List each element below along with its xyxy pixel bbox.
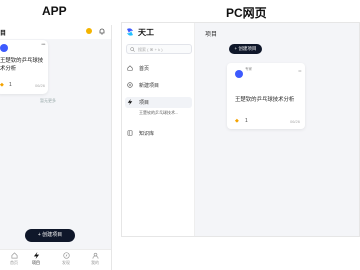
avatar <box>235 70 243 78</box>
tab-discover[interactable]: 发现 <box>56 252 76 266</box>
badge-icon: ◆ <box>235 118 239 124</box>
sidebar-item-projects[interactable]: 项目 <box>125 97 192 108</box>
search-placeholder: 搜索 ( ⌘ + k ) <box>138 47 163 52</box>
create-project-button[interactable]: + 创建项目 <box>229 44 262 54</box>
tab-home[interactable]: 首页 <box>4 252 24 266</box>
badge-icon: ◆ <box>0 82 4 88</box>
app-header-title: 目 <box>0 31 7 37</box>
lightning-icon <box>33 252 39 259</box>
avatar <box>0 44 8 52</box>
project-card-date: 06/26 <box>289 119 300 124</box>
user-icon <box>92 252 98 259</box>
search-icon <box>130 47 135 52</box>
app-mockup: 目 ••• 王楚钦的乒乓球技术分析 ◆ 1 06/26 暂无更多 + 创建项目 … <box>0 25 112 270</box>
more-icon[interactable]: ••• <box>41 42 45 48</box>
sidebar-item-label: 新建项目 <box>139 83 160 89</box>
logo-icon <box>127 28 133 36</box>
project-card-count: 1 <box>9 82 12 88</box>
create-project-button[interactable]: + 创建项目 <box>25 229 75 242</box>
sidebar-item-label: 首页 <box>139 66 150 72</box>
tab-label: 首页 <box>10 260 18 265</box>
sidebar-item-new-project[interactable]: 新建项目 <box>125 80 192 91</box>
tab-profile[interactable]: 我的 <box>85 252 105 266</box>
brand-name: 天工 <box>138 28 154 37</box>
project-card-date: 06/26 <box>34 83 45 88</box>
tab-label: 发现 <box>62 260 70 265</box>
project-card-count: 1 <box>245 118 248 124</box>
plus-circle-icon <box>127 82 133 88</box>
project-card[interactable]: 专家 ••• 王楚钦的乒乓球技术分析 ◆ 1 06/26 <box>227 63 305 129</box>
sidebar-subitem-project[interactable]: 王楚钦的乒乓球技术... <box>139 110 193 116</box>
book-icon <box>127 130 133 136</box>
coin-icon[interactable] <box>86 28 92 34</box>
project-card[interactable]: ••• 王楚钦的乒乓球技术分析 ◆ 1 06/26 <box>0 40 48 94</box>
home-icon <box>11 252 17 259</box>
app-header: 目 <box>0 25 111 39</box>
tab-label: 项目 <box>32 260 40 265</box>
sidebar-item-knowledge[interactable]: 知识库 <box>125 128 192 139</box>
sidebar-item-label: 项目 <box>139 100 150 106</box>
project-card-title: 王楚钦的乒乓球技术分析 <box>235 97 295 103</box>
sidebar: 天工 搜索 ( ⌘ + k ) 首页 新建项目 项目 王楚钦的乒乓球技术... … <box>122 23 195 236</box>
project-card-title: 王楚钦的乒乓球技术分析 <box>0 58 44 72</box>
pc-section-heading: PC网页 <box>226 6 267 20</box>
pc-mockup: 天工 搜索 ( ⌘ + k ) 首页 新建项目 项目 王楚钦的乒乓球技术... … <box>121 22 360 237</box>
search-input[interactable]: 搜索 ( ⌘ + k ) <box>126 44 192 54</box>
tab-label: 我的 <box>91 260 99 265</box>
lightning-icon <box>127 99 133 105</box>
sidebar-item-home[interactable]: 首页 <box>125 63 192 74</box>
compass-icon <box>62 252 70 259</box>
home-icon <box>127 65 133 71</box>
page-title: 项目 <box>205 32 218 38</box>
app-section-heading: APP <box>42 4 67 18</box>
sidebar-item-label: 知识库 <box>139 131 155 137</box>
tab-projects[interactable]: 项目 <box>26 252 46 266</box>
more-icon[interactable]: ••• <box>298 68 301 73</box>
expert-tag: 专家 <box>245 67 252 71</box>
bell-icon[interactable] <box>99 28 105 35</box>
app-tab-bar: 首页 项目 发现 我的 <box>0 249 111 270</box>
list-end-hint: 暂无更多 <box>40 98 56 103</box>
